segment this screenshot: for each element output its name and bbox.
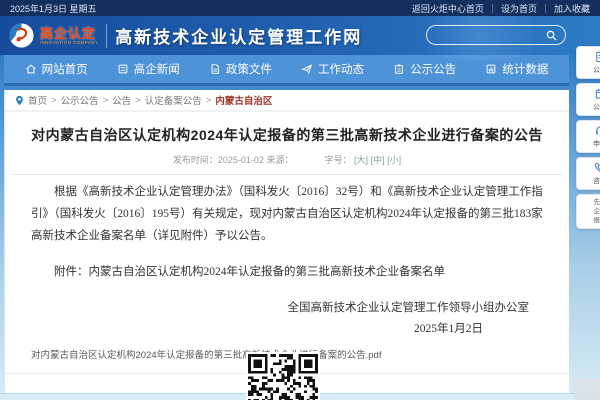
side-notice-button[interactable]: 公示 xyxy=(576,46,600,79)
link-torch-home[interactable]: 返回火炬中心首页 xyxy=(412,2,484,15)
policy-icon xyxy=(209,63,221,75)
link-add-favorite[interactable]: 加入收藏 xyxy=(554,2,590,15)
breadcrumb-separator: > xyxy=(51,95,57,106)
topbar-links: 返回火炬中心首页 ｜ 设为首页 ｜ 加入收藏 xyxy=(412,2,590,15)
nav-item-policy[interactable]: 政策文件 xyxy=(209,61,272,77)
breadcrumb-filing-notices[interactable]: 认定备案公告 xyxy=(145,93,202,107)
location-pin-icon xyxy=(15,95,24,106)
article-meta: 发布时间：2025-01-02 来源： 字号： [大] [中] [小] xyxy=(5,153,569,166)
send-icon xyxy=(301,63,313,75)
breadcrumb: 首页 > 公示公告 > 公告 > 认定备案公告 > 内蒙古自治区 xyxy=(5,90,569,112)
chart-icon xyxy=(485,63,497,75)
qr-code xyxy=(246,352,320,400)
nav-item-news[interactable]: 高企新闻 xyxy=(117,61,180,77)
content-area: 首页 > 公示公告 > 公告 > 认定备案公告 > 内蒙古自治区 对内蒙古自治区… xyxy=(4,90,569,393)
nav-label: 统计数据 xyxy=(502,61,548,77)
side-button-label: 公告 xyxy=(593,102,600,112)
nav-item-statistics[interactable]: 统计数据 xyxy=(485,61,548,77)
search-icon[interactable] xyxy=(546,30,557,41)
site-header: 高企认定 INNOVATION COMPANY 高新技术企业认定管理工作网 xyxy=(0,16,600,55)
breadcrumb-notices[interactable]: 公示公告 xyxy=(61,93,99,107)
notice-icon xyxy=(393,63,405,75)
side-apply-button[interactable]: 申报 xyxy=(576,120,600,153)
headset-icon xyxy=(594,124,600,137)
side-consult-button[interactable]: 咨询 xyxy=(576,157,600,190)
phone-icon xyxy=(594,161,600,174)
site-logo-icon xyxy=(8,22,35,49)
nav-label: 公示公告 xyxy=(410,61,456,77)
article-title: 对内蒙古自治区认定机构2024年认定报备的第三批高新技术企业进行备案的公告 xyxy=(5,125,569,145)
side-button-label: 公示 xyxy=(593,65,600,75)
breadcrumb-current: 内蒙古自治区 xyxy=(215,93,272,107)
link-separator: ｜ xyxy=(488,2,497,15)
news-icon xyxy=(117,63,129,75)
clipboard-icon xyxy=(594,50,600,63)
search-box[interactable] xyxy=(426,25,566,45)
publish-time-value: 2025-01-02 xyxy=(218,155,264,165)
nav-label: 网站首页 xyxy=(42,61,88,77)
floating-side-panel: 公示 公告 申报 咨询 先进 企名 报入 xyxy=(576,46,600,229)
side-info-line: 先进 xyxy=(594,198,600,207)
logo-divider xyxy=(106,24,107,48)
article-body: 根据《高新技术企业认定管理办法》（国科发火〔2016〕32号）和《高新技术企业认… xyxy=(5,175,569,283)
site-logo[interactable]: 高企认定 INNOVATION COMPANY xyxy=(8,22,98,49)
logo-subtext: INNOVATION COMPANY xyxy=(40,40,98,45)
current-date: 2025年1月3日 星期五 xyxy=(10,2,97,15)
side-info-card[interactable]: 先进 企名 报入 xyxy=(576,194,600,229)
publish-time-label: 发布时间： xyxy=(173,155,218,165)
article-attachment-line: 附件：内蒙古自治区认定机构2024年认定报备的第三批高新技术企业备案名单 xyxy=(31,261,547,283)
back-to-top-button[interactable] xyxy=(574,378,600,400)
logo-text: 高企认定 xyxy=(40,27,98,40)
article-paragraph: 根据《高新技术企业认定管理办法》（国科发火〔2016〕32号）和《高新技术企业认… xyxy=(31,181,547,247)
article-signature: 全国高新技术企业认定管理工作领导小组办公室 xyxy=(5,299,569,315)
fontsize-small-button[interactable]: [小] xyxy=(387,155,401,165)
source-label: 来源： xyxy=(266,155,293,165)
side-button-label: 咨询 xyxy=(593,176,600,186)
side-info-line: 报入 xyxy=(594,216,600,225)
article-sign-date: 2025年1月2日 xyxy=(5,320,569,336)
site-title: 高新技术企业认定管理工作网 xyxy=(115,23,362,48)
side-info-line: 企名 xyxy=(594,207,600,216)
link-set-homepage[interactable]: 设为首页 xyxy=(501,2,537,15)
topbar: 2025年1月3日 星期五 返回火炬中心首页 ｜ 设为首页 ｜ 加入收藏 xyxy=(0,0,600,16)
fontsize-label: 字号： xyxy=(325,155,352,165)
breadcrumb-separator: > xyxy=(206,95,212,106)
breadcrumb-home[interactable]: 首页 xyxy=(28,93,47,107)
breadcrumb-separator: > xyxy=(135,95,141,106)
nav-label: 工作动态 xyxy=(318,61,364,77)
fontsize-medium-button[interactable]: [中] xyxy=(371,155,385,165)
home-icon xyxy=(25,63,37,75)
calendar-icon xyxy=(594,87,600,100)
breadcrumb-announcements[interactable]: 公告 xyxy=(112,93,131,107)
link-separator: ｜ xyxy=(541,2,550,15)
side-button-label: 申报 xyxy=(593,139,600,149)
fontsize-large-button[interactable]: [大] xyxy=(354,155,368,165)
nav-label: 政策文件 xyxy=(226,61,272,77)
search-input[interactable] xyxy=(436,30,546,40)
nav-item-notices[interactable]: 公示公告 xyxy=(393,61,456,77)
breadcrumb-separator: > xyxy=(103,95,109,106)
nav-item-home[interactable]: 网站首页 xyxy=(25,61,88,77)
nav-item-updates[interactable]: 工作动态 xyxy=(301,61,364,77)
side-announcement-button[interactable]: 公告 xyxy=(576,83,600,116)
nav-label: 高企新闻 xyxy=(134,61,180,77)
